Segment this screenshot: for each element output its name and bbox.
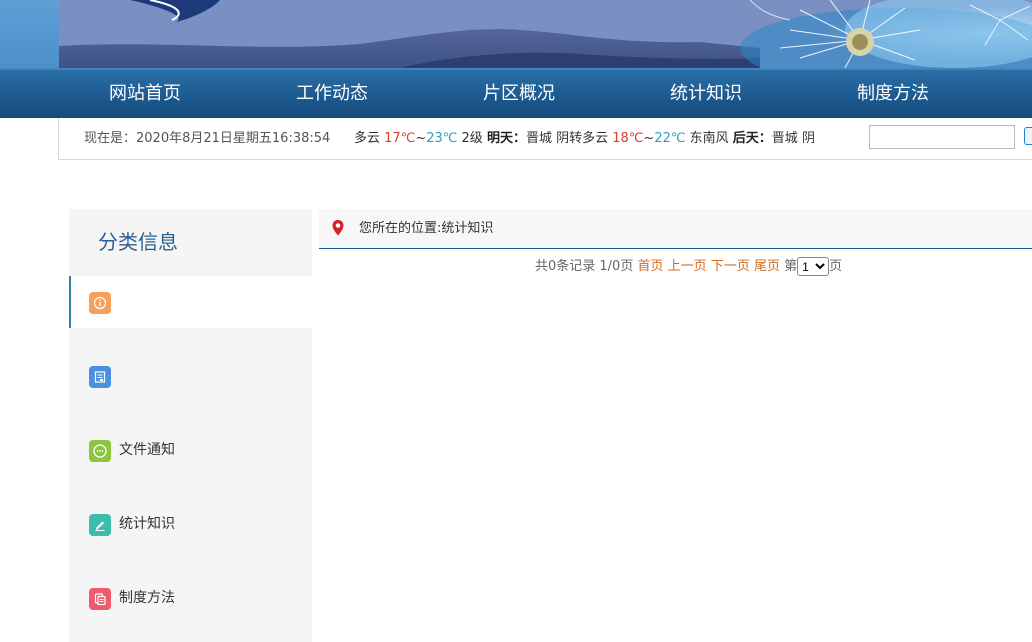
pencil-icon: [89, 514, 111, 536]
pager-page-suffix: 页: [829, 259, 843, 274]
weather-today-low: 17℃: [384, 131, 416, 146]
weather-tomorrow-high: 22℃: [654, 131, 686, 146]
weather-tilde: ~: [643, 131, 655, 146]
nav-item-home[interactable]: 网站首页: [75, 70, 215, 118]
weather-tomorrow-wind: 东南风: [689, 131, 729, 146]
pager-prev-link[interactable]: 上一页: [668, 259, 707, 274]
nav-item-stats-knowledge[interactable]: 统计知识: [636, 70, 776, 118]
files-icon: [89, 588, 111, 610]
main-nav: 网站首页 工作动态 片区概况 统计知识 制度方法: [0, 68, 1032, 118]
current-datetime: 现在是：2020年8月21日星期五16:38:54: [84, 131, 331, 146]
nav-item-work-news[interactable]: 工作动态: [262, 70, 402, 118]
weather-today-wind: 2级: [461, 131, 483, 146]
pager-next-link[interactable]: 下一页: [711, 259, 750, 274]
location-pin-icon: [331, 219, 345, 241]
info-bar: 现在是：2020年8月21日星期五16:38:54 转多云 17℃~23℃ 2级…: [58, 118, 1032, 160]
sidebar-item-stats-knowledge[interactable]: 统计知识: [69, 498, 312, 550]
search-input[interactable]: [869, 125, 1015, 149]
pagination: 共0条记录 1/0页 首页 上一页 下一页 尾页 第1页: [535, 256, 842, 278]
nav-item-methods[interactable]: 制度方法: [823, 70, 963, 118]
sidebar-item-file-notice[interactable]: 文件通知: [69, 424, 312, 476]
page: 网站首页 工作动态 片区概况 统计知识 制度方法 现在是：2020年8月21日星…: [0, 0, 1032, 642]
banner-illustration: [0, 0, 1032, 68]
banner-left-block: [0, 0, 59, 68]
pager-page-prefix: 第: [784, 259, 798, 274]
weather-tomorrow-condition: 阴转多云: [556, 131, 609, 146]
sidebar-item-label: 文件通知: [119, 442, 175, 458]
current-location: 您所在的位置:统计知识: [359, 221, 494, 236]
weather-after-label: 后天：: [732, 131, 772, 146]
pager-first-link[interactable]: 首页: [637, 259, 663, 274]
header-banner: [0, 0, 1032, 68]
document-icon: [89, 366, 111, 388]
sidebar-item-1[interactable]: [69, 276, 312, 328]
chat-icon: [89, 440, 111, 462]
weather-tomorrow-low: 18℃: [612, 131, 644, 146]
page-select[interactable]: 1: [797, 257, 830, 276]
sidebar-item-2[interactable]: [69, 350, 312, 402]
breadcrumb: 您所在的位置:统计知识: [319, 209, 1032, 249]
sidebar-title: 分类信息: [98, 230, 178, 254]
weather-ticker: 转多云 17℃~23℃ 2级 明天：晋城 阴转多云 18℃~22℃ 东南风 后天…: [355, 118, 859, 160]
weather-tomorrow-label: 明天：: [486, 131, 526, 146]
pager-last-link[interactable]: 尾页: [754, 259, 780, 274]
weather-after-condition: 阴: [801, 131, 815, 146]
weather-after-city: 晋城: [771, 131, 798, 146]
sidebar-item-label: 统计知识: [119, 516, 175, 532]
pager-summary: 共0条记录 1/0页: [535, 259, 634, 274]
weather-today-high: 23℃: [426, 131, 458, 146]
weather-today-condition: 转多云: [355, 131, 381, 146]
weather-tomorrow-city: 晋城: [525, 131, 552, 146]
info-icon: [89, 292, 111, 314]
weather-tilde: ~: [415, 131, 427, 146]
search-button[interactable]: [1024, 127, 1032, 145]
sidebar-item-methods[interactable]: 制度方法: [69, 572, 312, 624]
sidebar-item-label: 制度方法: [119, 590, 175, 606]
sidebar: 分类信息 文件通知 统计知识 制度方法: [69, 209, 312, 642]
nav-item-area-overview[interactable]: 片区概况: [449, 70, 589, 118]
